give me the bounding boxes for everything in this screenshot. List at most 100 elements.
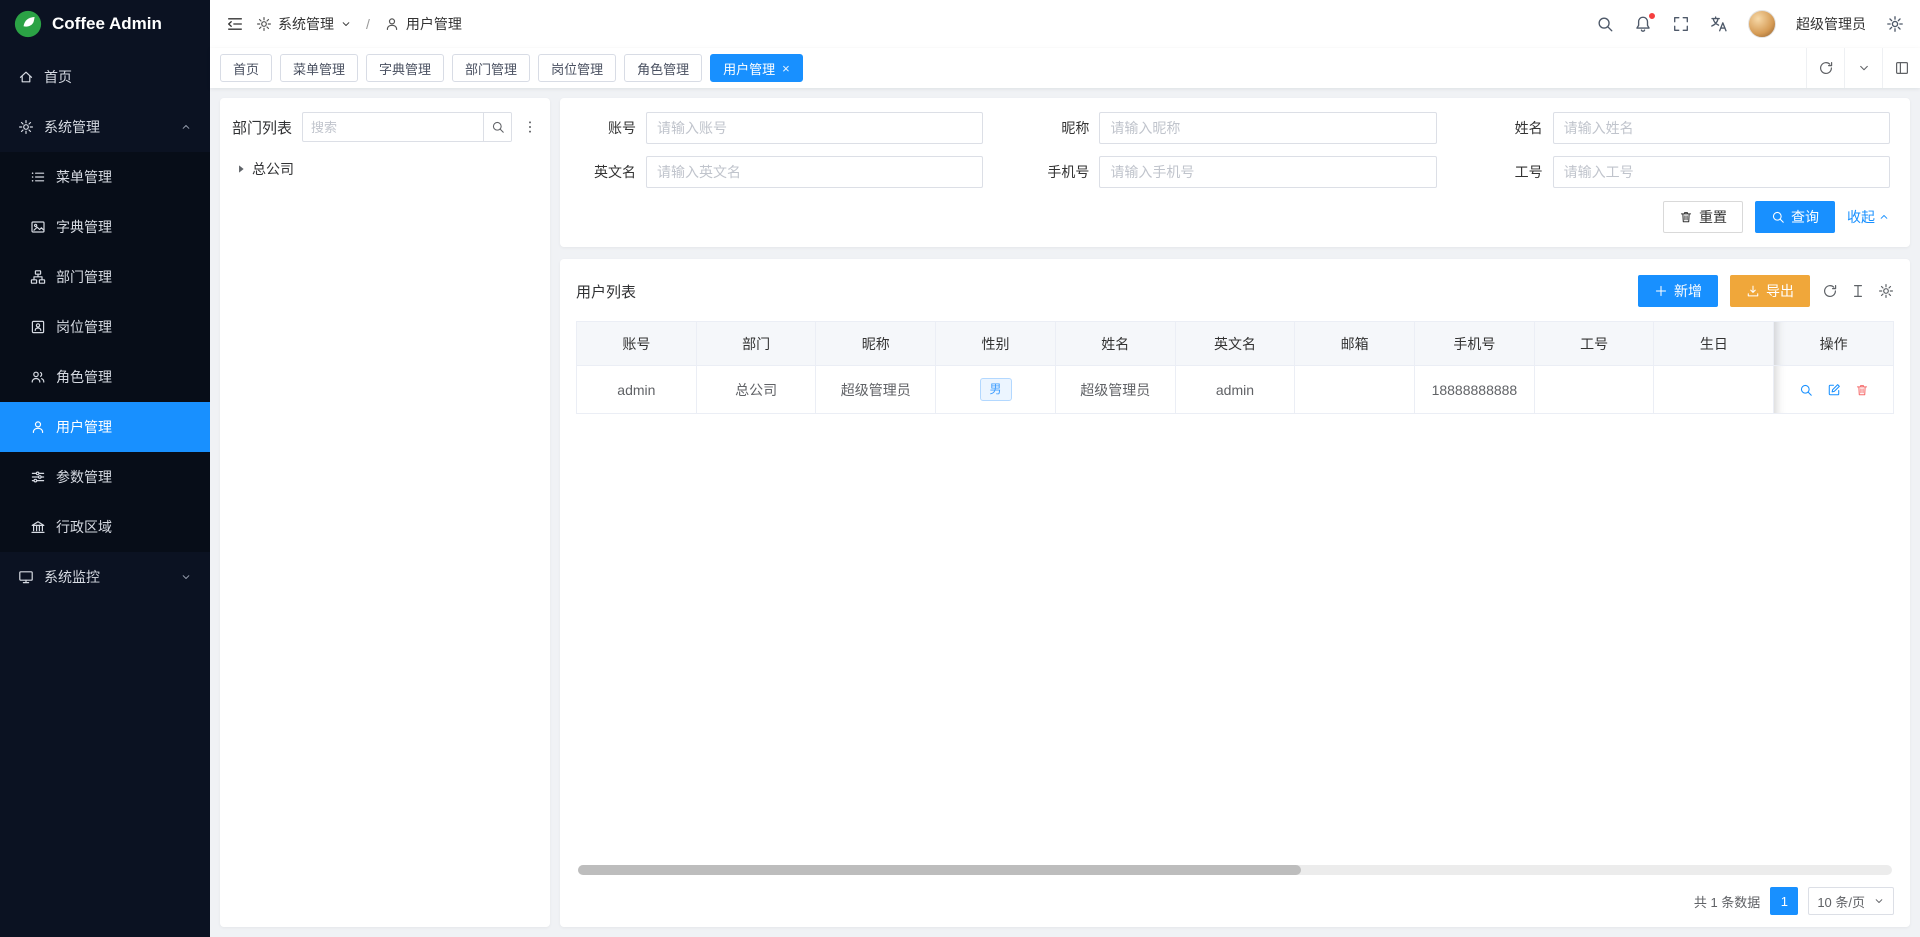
page-content: 部门列表 总公司 (210, 88, 1920, 937)
sidebar-item-admin-region[interactable]: 行政区域 (0, 502, 210, 552)
job-number-input[interactable] (1553, 156, 1890, 188)
cell-dept: 总公司 (696, 366, 816, 414)
column-header-job-number: 工号 (1534, 322, 1654, 366)
sidebar-item-param-management[interactable]: 参数管理 (0, 452, 210, 502)
table-body: admin 总公司 超级管理员 男 超级管理员 admin 1888888888… (577, 366, 1894, 414)
sidebar-item-system-management[interactable]: 系统管理 (0, 102, 210, 152)
user-avatar[interactable] (1748, 10, 1776, 38)
search-icon (1771, 210, 1785, 224)
add-button-label: 新增 (1674, 281, 1702, 301)
sidebar-item-dept-management[interactable]: 部门管理 (0, 252, 210, 302)
sidebar-item-system-monitor[interactable]: 系统监控 (0, 552, 210, 602)
tree-node-head-office[interactable]: 总公司 (232, 154, 538, 184)
query-button-label: 查询 (1791, 207, 1819, 227)
row-operations (1774, 383, 1893, 397)
sidebar-item-dict-management[interactable]: 字典管理 (0, 202, 210, 252)
sidebar-item-home[interactable]: 首页 (0, 52, 210, 102)
table-empty-area (576, 414, 1894, 859)
view-row-button[interactable] (1799, 383, 1813, 397)
cell-name: 超级管理员 (1055, 366, 1175, 414)
breadcrumb-separator: / (364, 16, 372, 32)
tab-post-management[interactable]: 岗位管理 (538, 54, 616, 82)
department-panel-title: 部门列表 (232, 117, 292, 138)
query-button[interactable]: 查询 (1755, 201, 1835, 233)
table-density-button[interactable] (1850, 283, 1866, 299)
sidebar-item-menu-management[interactable]: 菜单管理 (0, 152, 210, 202)
table-settings-button[interactable] (1878, 283, 1894, 299)
name-input[interactable] (1553, 112, 1890, 144)
phone-input[interactable] (1099, 156, 1436, 188)
account-input[interactable] (646, 112, 983, 144)
delete-row-button[interactable] (1855, 383, 1869, 397)
sidebar-item-user-management[interactable]: 用户管理 (0, 402, 210, 452)
system-submenu: 菜单管理 字典管理 部门管理 岗位管理 角色管理 (0, 152, 210, 552)
tab-home[interactable]: 首页 (220, 54, 272, 82)
global-search-button[interactable] (1596, 15, 1614, 33)
settings-button[interactable] (1886, 15, 1904, 33)
tab-menu-management[interactable]: 菜单管理 (280, 54, 358, 82)
scrollbar-thumb[interactable] (578, 865, 1301, 875)
tab-dict-management[interactable]: 字典管理 (366, 54, 444, 82)
cell-english-name: admin (1175, 366, 1295, 414)
caret-right-icon[interactable] (234, 162, 248, 176)
table-row: admin 总公司 超级管理员 男 超级管理员 admin 1888888888… (577, 366, 1894, 414)
page-number-1[interactable]: 1 (1770, 887, 1798, 915)
sidebar-item-label: 行政区域 (56, 517, 112, 537)
right-column: 账号 昵称 姓名 英文名 (560, 98, 1910, 927)
sidebar-item-post-management[interactable]: 岗位管理 (0, 302, 210, 352)
chevron-down-icon (1873, 895, 1885, 907)
sidebar-item-label: 参数管理 (56, 467, 112, 487)
sidebar-item-role-management[interactable]: 角色管理 (0, 352, 210, 402)
english-name-input[interactable] (646, 156, 983, 188)
gear-icon (1886, 15, 1904, 33)
nickname-input[interactable] (1099, 112, 1436, 144)
export-button[interactable]: 导出 (1730, 275, 1810, 307)
tab-role-management[interactable]: 角色管理 (624, 54, 702, 82)
edit-row-button[interactable] (1827, 383, 1841, 397)
department-search-button[interactable] (483, 113, 511, 141)
fullscreen-button[interactable] (1672, 15, 1690, 33)
page-size-select[interactable]: 10 条/页 (1808, 887, 1894, 915)
language-button[interactable] (1710, 15, 1728, 33)
tab-dept-management[interactable]: 部门管理 (452, 54, 530, 82)
menu-fold-icon (226, 15, 244, 33)
reset-button[interactable]: 重置 (1663, 201, 1743, 233)
gear-icon (18, 119, 34, 135)
refresh-table-button[interactable] (1822, 283, 1838, 299)
department-search-input[interactable] (303, 120, 483, 135)
close-icon[interactable]: × (782, 62, 790, 75)
column-header-email: 邮箱 (1295, 322, 1415, 366)
refresh-tab-button[interactable] (1806, 48, 1844, 88)
app-logo[interactable]: Coffee Admin (0, 0, 210, 48)
header-row: 账号 部门 昵称 性别 姓名 英文名 邮箱 手机号 工号 生日 操作 (577, 322, 1894, 366)
horizontal-scrollbar[interactable] (578, 865, 1892, 875)
header-actions: 超级管理员 (1596, 10, 1904, 38)
column-header-actions: 操作 (1774, 322, 1894, 366)
sidebar-item-label: 系统管理 (44, 117, 100, 137)
add-user-button[interactable]: 新增 (1638, 275, 1718, 307)
home-icon (18, 69, 34, 85)
current-username[interactable]: 超级管理员 (1796, 14, 1866, 34)
tab-options-button[interactable] (1844, 48, 1882, 88)
chevron-down-icon (180, 571, 192, 583)
tab-user-management[interactable]: 用户管理 × (710, 54, 803, 82)
sidebar-item-label: 角色管理 (56, 367, 112, 387)
field-label: 姓名 (1481, 118, 1543, 138)
user-icon (384, 16, 400, 32)
filter-actions: 重置 查询 收起 (574, 201, 1890, 233)
search-icon (491, 120, 505, 134)
content-fullscreen-button[interactable] (1882, 48, 1920, 88)
cell-email (1295, 366, 1415, 414)
sidebar-menu: 首页 系统管理 菜单管理 字典管理 部门管理 (0, 48, 210, 937)
trash-icon (1855, 383, 1869, 397)
notifications-button[interactable] (1634, 15, 1652, 33)
filter-grid: 账号 昵称 姓名 英文名 (574, 112, 1890, 188)
cell-nickname: 超级管理员 (816, 366, 936, 414)
sidebar-collapse-button[interactable] (226, 15, 244, 33)
cell-job-number (1534, 366, 1654, 414)
collapse-filters-link[interactable]: 收起 (1847, 207, 1890, 227)
department-more-button[interactable] (522, 119, 538, 135)
pagination-total: 共 1 条数据 (1694, 892, 1760, 911)
breadcrumb-system[interactable]: 系统管理 (256, 14, 352, 34)
breadcrumb-user-management[interactable]: 用户管理 (384, 14, 462, 34)
